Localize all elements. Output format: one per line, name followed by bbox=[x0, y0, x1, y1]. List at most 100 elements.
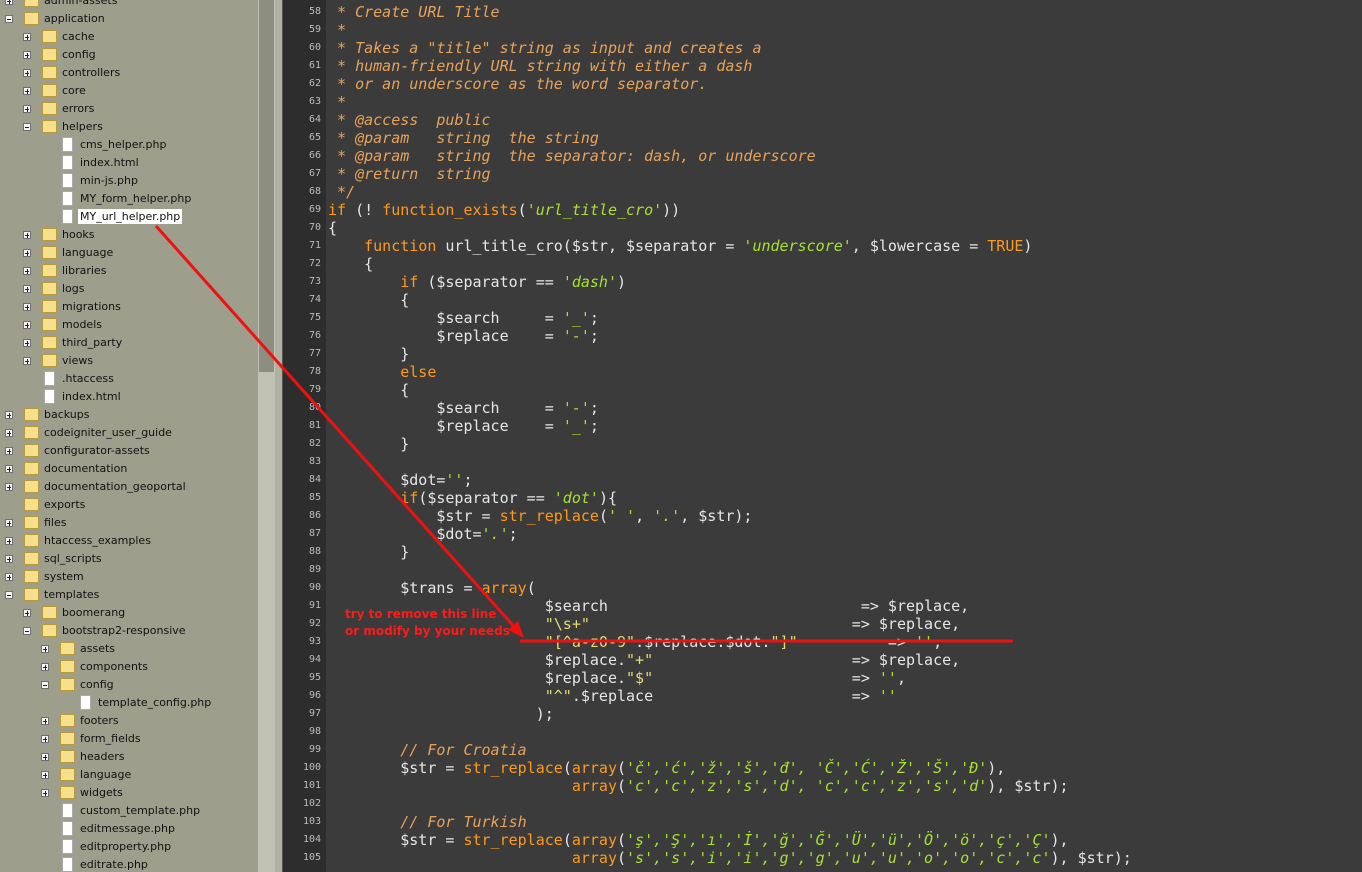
code-line[interactable]: $search = '-'; bbox=[328, 399, 599, 417]
code-line[interactable]: $replace = '-'; bbox=[328, 327, 599, 345]
code-line[interactable]: $dot='.'; bbox=[328, 525, 517, 543]
tree-item-label[interactable]: language bbox=[80, 767, 131, 782]
tree-item-label[interactable]: footers bbox=[80, 713, 119, 728]
tree-item-label[interactable]: documentation_geoportal bbox=[44, 479, 186, 494]
tree-item-label[interactable]: config bbox=[80, 677, 114, 692]
expand-plus-icon[interactable] bbox=[23, 69, 31, 77]
code-line[interactable]: * bbox=[328, 21, 346, 39]
tree-folder-item[interactable]: documentation bbox=[0, 460, 258, 478]
tree-item-label[interactable]: index.html bbox=[62, 389, 121, 404]
tree-folder-item[interactable]: cache bbox=[0, 28, 258, 46]
expand-plus-icon[interactable] bbox=[41, 663, 49, 671]
collapse-minus-icon[interactable] bbox=[23, 123, 31, 131]
tree-item-label[interactable]: assets bbox=[80, 641, 115, 656]
expand-plus-icon[interactable] bbox=[23, 285, 31, 293]
tree-file-item[interactable]: cms_helper.php bbox=[0, 136, 258, 154]
expand-plus-icon[interactable] bbox=[5, 447, 13, 455]
tree-item-label[interactable]: config bbox=[62, 47, 96, 62]
code-line[interactable]: if ($separator == 'dash') bbox=[328, 273, 626, 291]
tree-folder-item[interactable]: documentation_geoportal bbox=[0, 478, 258, 496]
tree-item-label[interactable]: libraries bbox=[62, 263, 106, 278]
expand-plus-icon[interactable] bbox=[5, 411, 13, 419]
pane-splitter[interactable] bbox=[275, 0, 283, 872]
code-line[interactable]: if (! function_exists('url_title_cro')) bbox=[328, 201, 680, 219]
tree-item-label[interactable]: logs bbox=[62, 281, 85, 296]
tree-folder-item[interactable]: templates bbox=[0, 586, 258, 604]
expand-plus-icon[interactable] bbox=[5, 519, 13, 527]
tree-folder-item[interactable]: htaccess_examples bbox=[0, 532, 258, 550]
code-line[interactable]: // For Turkish bbox=[328, 813, 526, 831]
tree-item-label[interactable]: views bbox=[62, 353, 93, 368]
expand-plus-icon[interactable] bbox=[23, 303, 31, 311]
tree-item-label[interactable]: admin-assets bbox=[44, 0, 117, 8]
tree-folder-item[interactable]: components bbox=[0, 658, 258, 676]
tree-folder-item[interactable]: backups bbox=[0, 406, 258, 424]
code-line[interactable]: } bbox=[328, 543, 409, 561]
tree-file-item[interactable]: editproperty.php bbox=[0, 838, 258, 856]
tree-folder-item[interactable]: footers bbox=[0, 712, 258, 730]
tree-file-item[interactable]: template_config.php bbox=[0, 694, 258, 712]
code-line[interactable]: { bbox=[328, 291, 409, 309]
tree-folder-item[interactable]: assets bbox=[0, 640, 258, 658]
tree-file-item[interactable]: MY_form_helper.php bbox=[0, 190, 258, 208]
tree-item-label[interactable]: sql_scripts bbox=[44, 551, 102, 566]
code-line[interactable]: * @return string bbox=[328, 165, 491, 183]
code-line[interactable]: { bbox=[328, 381, 409, 399]
tree-folder-item[interactable]: boomerang bbox=[0, 604, 258, 622]
file-tree[interactable]: admin-assets application cache config contro… bbox=[0, 0, 258, 872]
code-line[interactable]: * @param string the separator: dash, or … bbox=[328, 147, 816, 165]
tree-item-label[interactable]: helpers bbox=[62, 119, 103, 134]
code-line[interactable]: ); bbox=[328, 705, 554, 723]
expand-plus-icon[interactable] bbox=[5, 0, 13, 5]
tree-item-label[interactable]: form_fields bbox=[80, 731, 141, 746]
expand-plus-icon[interactable] bbox=[23, 321, 31, 329]
code-line[interactable]: "^".$replace => '' bbox=[328, 687, 897, 705]
code-line[interactable]: * Create URL Title bbox=[328, 3, 500, 21]
code-line[interactable]: $str = str_replace(array('ş','Ş','ı','İ'… bbox=[328, 831, 1068, 849]
code-line[interactable]: $str = str_replace(array('č','ć','ž','š'… bbox=[328, 759, 1005, 777]
tree-item-label[interactable]: exports bbox=[44, 497, 85, 512]
tree-folder-item[interactable]: form_fields bbox=[0, 730, 258, 748]
collapse-minus-icon[interactable] bbox=[5, 591, 13, 599]
expand-plus-icon[interactable] bbox=[5, 429, 13, 437]
tree-folder-item[interactable]: exports bbox=[0, 496, 258, 514]
tree-folder-item[interactable]: config bbox=[0, 46, 258, 64]
code-line[interactable]: */ bbox=[328, 183, 355, 201]
tree-item-label[interactable]: language bbox=[62, 245, 113, 260]
expand-plus-icon[interactable] bbox=[23, 609, 31, 617]
tree-item-label[interactable]: application bbox=[44, 11, 105, 26]
tree-item-label[interactable]: MY_url_helper.php bbox=[78, 209, 183, 224]
tree-item-label[interactable]: MY_form_helper.php bbox=[80, 191, 191, 206]
tree-item-label[interactable]: headers bbox=[80, 749, 124, 764]
tree-item-label[interactable]: cache bbox=[62, 29, 95, 44]
code-line[interactable]: array('s','s','i','i','g','g','u','u','o… bbox=[328, 849, 1132, 867]
code-line[interactable]: $replace."$" => '', bbox=[328, 669, 906, 687]
expand-plus-icon[interactable] bbox=[41, 717, 49, 725]
collapse-minus-icon[interactable] bbox=[5, 15, 13, 23]
code-line[interactable]: * human-friendly URL string with either … bbox=[328, 57, 752, 75]
tree-folder-item[interactable]: files bbox=[0, 514, 258, 532]
tree-folder-item[interactable]: migrations bbox=[0, 298, 258, 316]
expand-plus-icon[interactable] bbox=[41, 771, 49, 779]
code-line[interactable]: * Takes a "title" string as input and cr… bbox=[328, 39, 761, 57]
collapse-minus-icon[interactable] bbox=[23, 627, 31, 635]
code-line[interactable]: $str = str_replace(' ', '.', $str); bbox=[328, 507, 752, 525]
expand-plus-icon[interactable] bbox=[41, 789, 49, 797]
expand-plus-icon[interactable] bbox=[5, 573, 13, 581]
expand-plus-icon[interactable] bbox=[5, 537, 13, 545]
code-line[interactable]: array('c','c','z','s','d', 'c','c','z','… bbox=[328, 777, 1069, 795]
tree-folder-item[interactable]: libraries bbox=[0, 262, 258, 280]
tree-item-label[interactable]: editmessage.php bbox=[80, 821, 175, 836]
tree-item-label[interactable]: migrations bbox=[62, 299, 121, 314]
code-line[interactable]: // For Croatia bbox=[328, 741, 526, 759]
tree-folder-item[interactable]: language bbox=[0, 766, 258, 784]
tree-file-item[interactable]: min-js.php bbox=[0, 172, 258, 190]
tree-folder-item[interactable]: controllers bbox=[0, 64, 258, 82]
code-line[interactable]: * @param string the string bbox=[328, 129, 599, 147]
expand-plus-icon[interactable] bbox=[23, 357, 31, 365]
expand-plus-icon[interactable] bbox=[23, 339, 31, 347]
expand-plus-icon[interactable] bbox=[41, 645, 49, 653]
tree-item-label[interactable]: third_party bbox=[62, 335, 122, 350]
code-line[interactable]: } bbox=[328, 435, 409, 453]
tree-item-label[interactable]: controllers bbox=[62, 65, 120, 80]
